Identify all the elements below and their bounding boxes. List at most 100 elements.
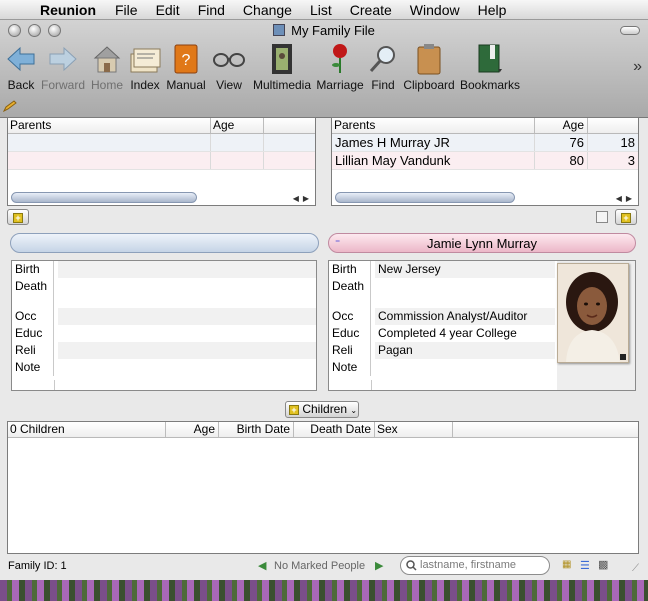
bookmarks-button[interactable]: Bookmarks xyxy=(460,42,520,92)
menu-create[interactable]: Create xyxy=(341,2,401,18)
search-icon xyxy=(406,560,417,571)
grid-view-icon[interactable]: ▦ xyxy=(562,559,571,570)
add-right-parent-button[interactable]: + xyxy=(615,209,637,225)
marked-people-label[interactable]: No Marked People xyxy=(274,560,365,572)
manual-button[interactable]: ? Manual xyxy=(166,42,206,92)
left-person-note[interactable]: Note xyxy=(12,359,316,376)
right-parents-table: Parents Age James H Murray JR 76 18 Lillia… xyxy=(331,117,639,206)
field-value: New Jersey xyxy=(375,261,555,278)
resize-grip-icon[interactable]: ⟋ xyxy=(632,563,639,574)
window-titlebar: My Family File Back Forward Home Index ?… xyxy=(0,20,648,118)
left-parents-table: Parents Age ◀▶ xyxy=(7,117,316,206)
field-value: Pagan xyxy=(375,342,555,359)
left-person-birth[interactable]: Birth xyxy=(12,261,316,278)
left-person-death[interactable]: Death xyxy=(12,278,316,295)
left-parents-col-age[interactable]: Age xyxy=(211,118,264,133)
menu-bar: Reunion File Edit Find Change List Creat… xyxy=(0,0,648,20)
family-window: My Family File Back Forward Home Index ?… xyxy=(0,20,648,580)
left-parents-col-extra[interactable] xyxy=(264,118,315,133)
field-value xyxy=(58,359,316,376)
field-value xyxy=(375,278,555,295)
menu-window[interactable]: Window xyxy=(401,2,469,18)
menu-file[interactable]: File xyxy=(106,2,147,18)
right-parents-col-extra[interactable] xyxy=(588,118,638,133)
right-parents-col-age[interactable]: Age xyxy=(535,118,588,133)
left-person-reli[interactable]: Reli xyxy=(12,342,316,359)
marriage-button[interactable]: Marriage xyxy=(316,42,364,92)
desktop-background xyxy=(0,580,648,601)
right-parents-scrollbar[interactable] xyxy=(335,192,515,203)
field-label: Birth xyxy=(329,261,371,278)
next-marked-icon[interactable]: ▶ xyxy=(375,559,383,572)
multimedia-button[interactable]: Multimedia xyxy=(252,42,312,92)
forward-button[interactable]: Forward xyxy=(40,42,86,92)
mother-name: Lillian May Vandunk xyxy=(332,152,535,169)
previous-marked-icon[interactable]: ◀ xyxy=(258,559,266,572)
home-button[interactable]: Home xyxy=(90,42,124,92)
forward-arrow-icon xyxy=(49,46,77,72)
children-col-birth-date[interactable]: Birth Date xyxy=(219,422,294,437)
list-view-icon[interactable]: ☰ xyxy=(580,559,590,572)
view-button[interactable]: View xyxy=(210,42,248,92)
toolbar-toggle-button[interactable] xyxy=(620,26,640,35)
left-parents-row[interactable] xyxy=(8,152,315,170)
person-photo[interactable] xyxy=(557,263,629,363)
menu-change[interactable]: Change xyxy=(234,2,301,18)
menu-edit[interactable]: Edit xyxy=(147,2,189,18)
window-title: My Family File xyxy=(0,23,648,38)
children-table: 0 Children Age Birth Date Death Date Sex xyxy=(7,421,639,554)
field-value: Commission Analyst/Auditor xyxy=(375,308,555,325)
back-button[interactable]: Back xyxy=(6,42,36,92)
toolbar-overflow-icon[interactable]: » xyxy=(633,58,642,76)
split-view-icon[interactable] xyxy=(596,211,608,223)
left-person-nameplate[interactable] xyxy=(10,233,319,253)
right-parents-row[interactable]: Lillian May Vandunk 80 3 xyxy=(332,152,638,170)
person-menu-icon[interactable]: ⁼ xyxy=(335,234,340,253)
menu-help[interactable]: Help xyxy=(469,2,516,18)
field-value xyxy=(58,308,316,325)
glasses-icon xyxy=(213,53,245,67)
children-col-sex[interactable]: Sex xyxy=(375,422,453,437)
menu-find[interactable]: Find xyxy=(189,2,234,18)
find-button[interactable]: Find xyxy=(368,42,398,92)
index-button[interactable]: Index xyxy=(128,42,162,92)
right-parents-row[interactable]: James H Murray JR 76 18 xyxy=(332,134,638,152)
status-bar: Family ID: 1 ◀ No Marked People ▶ ▦ ☰ ▩ … xyxy=(0,555,648,580)
add-icon: + xyxy=(13,213,23,223)
field-label: Educ xyxy=(329,325,371,342)
left-parents-col-parents[interactable]: Parents xyxy=(8,118,211,133)
pencil-icon[interactable] xyxy=(3,100,17,112)
left-parents-scrollbar[interactable] xyxy=(11,192,197,203)
right-person-nameplate[interactable]: ⁼ Jamie Lynn Murray xyxy=(328,233,636,253)
right-parents-scroll-arrows[interactable]: ◀▶ xyxy=(616,194,636,203)
home-label: Home xyxy=(90,78,123,92)
field-label: Note xyxy=(329,359,371,376)
left-parent-name xyxy=(8,152,211,169)
right-parents-col-parents[interactable]: Parents xyxy=(332,118,535,133)
right-person-panel: Birth New Jersey Death Occ Commission Anal… xyxy=(328,260,636,391)
children-button-label: Children xyxy=(302,402,348,416)
clipboard-button[interactable]: Clipboard xyxy=(402,42,456,92)
tree-view-icon[interactable]: ▩ xyxy=(598,558,608,571)
field-value xyxy=(58,342,316,359)
multimedia-label: Multimedia xyxy=(252,78,312,92)
left-parents-scroll-arrows[interactable]: ◀▶ xyxy=(293,194,313,203)
left-parents-header: Parents Age xyxy=(8,118,315,134)
children-col-age[interactable]: Age xyxy=(166,422,219,437)
toolbar: Back Forward Home Index ? Manual View Mu… xyxy=(4,42,522,94)
menu-list[interactable]: List xyxy=(301,2,341,18)
left-person-educ[interactable]: Educ xyxy=(12,325,316,342)
father-name: James H Murray JR xyxy=(332,134,535,151)
children-button[interactable]: + Children ⌄ xyxy=(285,401,359,418)
mother-extra: 3 xyxy=(627,153,635,168)
search-field[interactable]: lastname, firstname xyxy=(400,556,550,575)
left-person-occ[interactable]: Occ xyxy=(12,308,316,325)
manual-book-icon: ? xyxy=(174,44,198,74)
left-parent-name xyxy=(8,134,211,151)
add-left-parent-button[interactable]: + xyxy=(7,209,29,225)
field-value xyxy=(58,278,316,295)
menu-app-name[interactable]: Reunion xyxy=(34,2,106,18)
children-col-death-date[interactable]: Death Date xyxy=(294,422,375,437)
children-col-count[interactable]: 0 Children xyxy=(8,422,166,437)
left-parents-row[interactable] xyxy=(8,134,315,152)
